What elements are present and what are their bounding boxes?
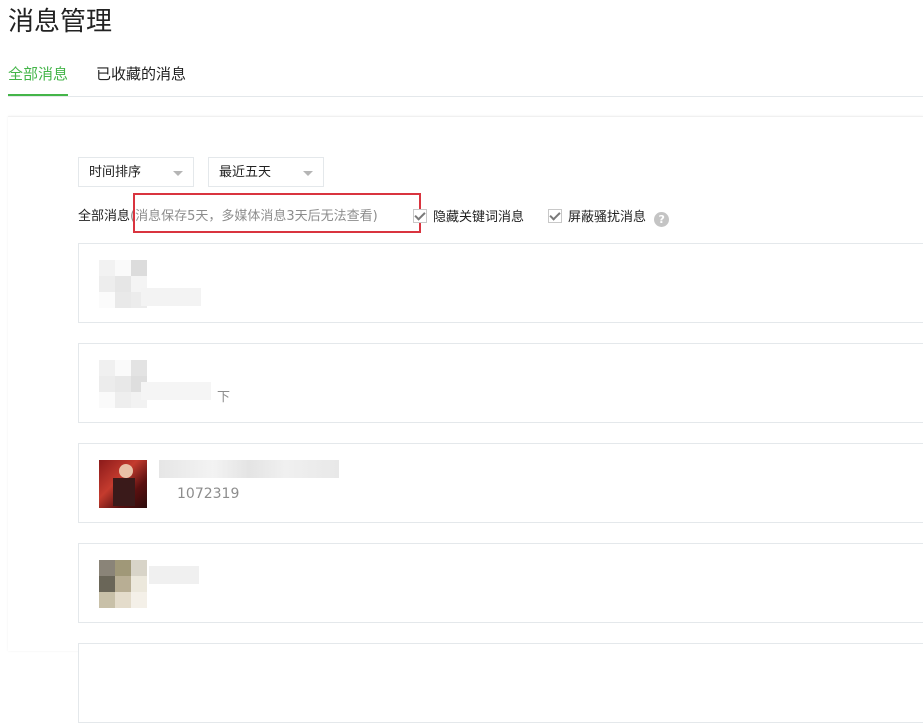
chevron-down-icon	[303, 171, 313, 176]
hide-keyword-checkbox[interactable]: 隐藏关键词消息	[413, 209, 524, 226]
blurred-content	[149, 566, 199, 584]
blurred-content	[141, 288, 201, 306]
message-item[interactable]: 下	[78, 343, 923, 423]
avatar	[99, 360, 147, 408]
page-title: 消息管理	[8, 7, 113, 37]
block-harass-checkbox[interactable]: 屏蔽骚扰消息 ?	[548, 209, 670, 227]
chevron-down-icon	[173, 171, 183, 176]
avatar	[99, 260, 147, 308]
date-range-select-value: 最近五天	[219, 165, 272, 180]
tab-starred-messages[interactable]: 已收藏的消息	[96, 64, 186, 84]
checkbox-checked-icon	[413, 209, 427, 223]
question-circle-icon[interactable]: ?	[654, 212, 670, 227]
message-item[interactable]	[78, 643, 923, 723]
message-preview: 1072319	[177, 486, 240, 502]
tab-all-messages[interactable]: 全部消息	[8, 64, 69, 96]
message-panel: 时间排序 最近五天 全部消息(消息保存5天，多媒体消息3天后无法查看) 隐藏关键…	[8, 116, 923, 723]
sort-select[interactable]: 时间排序	[78, 157, 194, 187]
message-item[interactable]	[78, 543, 923, 623]
message-preview: 下	[217, 390, 231, 405]
message-item[interactable]: 1072319	[78, 443, 923, 523]
all-messages-label: 全部消息	[78, 209, 131, 224]
avatar	[99, 560, 147, 608]
hide-keyword-label: 隐藏关键词消息	[433, 210, 525, 225]
message-item[interactable]	[78, 243, 923, 323]
tab-bar: 全部消息 已收藏的消息	[8, 58, 923, 97]
annotation-highlight-box	[133, 193, 421, 233]
blurred-content	[159, 460, 339, 478]
blurred-content	[141, 382, 211, 400]
checkbox-checked-icon	[548, 209, 562, 223]
avatar	[99, 460, 147, 508]
sort-select-value: 时间排序	[89, 165, 142, 180]
block-harass-label: 屏蔽骚扰消息	[568, 210, 647, 225]
date-range-select[interactable]: 最近五天	[208, 157, 324, 187]
